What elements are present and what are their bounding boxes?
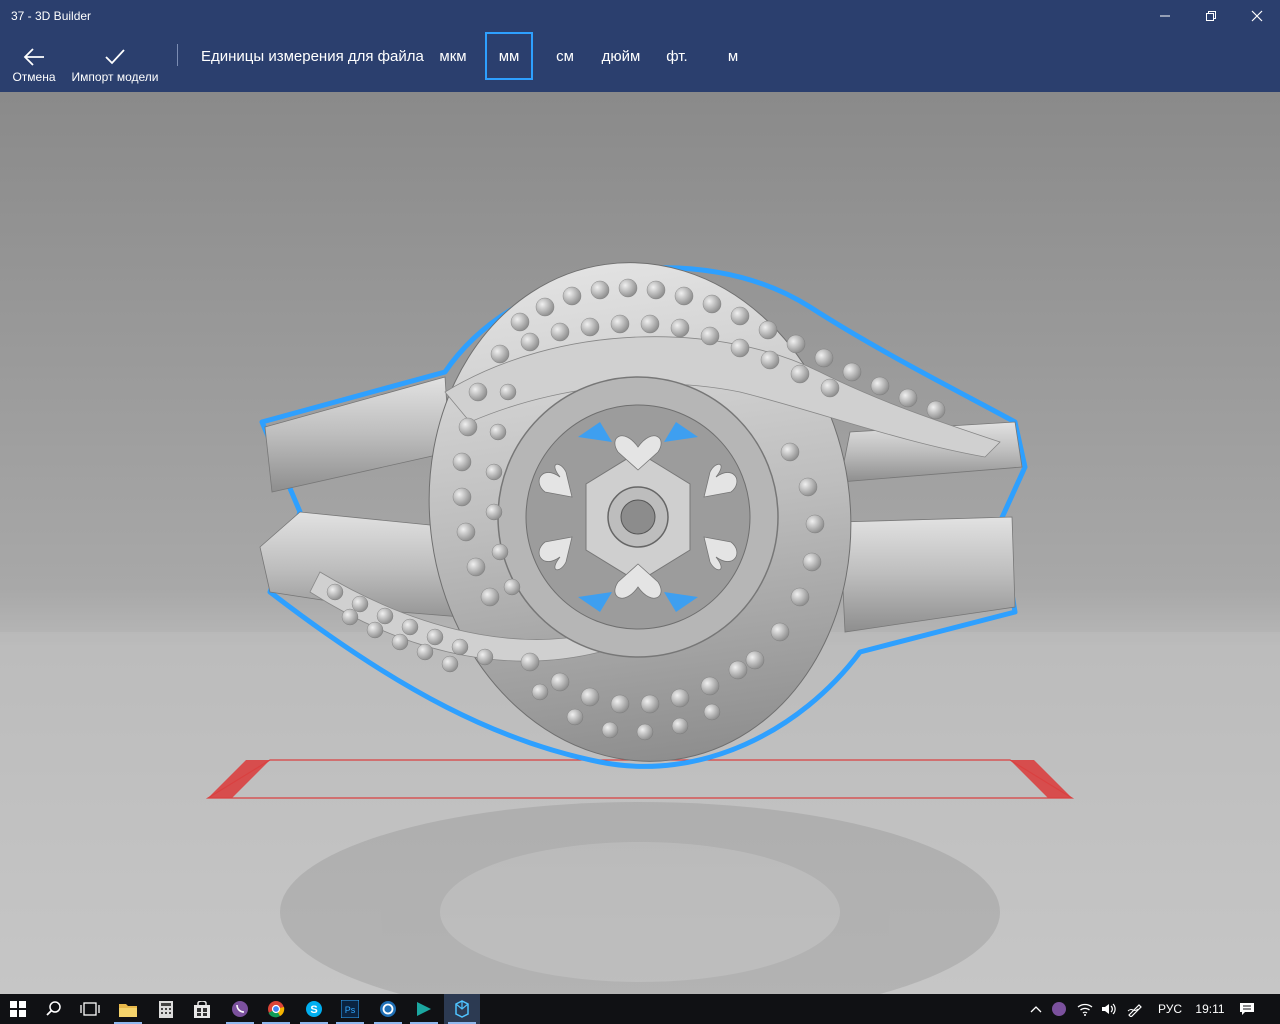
unit-option-centimeters[interactable]: см bbox=[545, 32, 585, 80]
cancel-label: Отмена bbox=[12, 70, 56, 84]
unit-option-micrometers[interactable]: мкм bbox=[430, 32, 476, 80]
wifi-icon[interactable] bbox=[1074, 994, 1096, 1024]
cancel-button[interactable]: Отмена bbox=[8, 32, 60, 92]
svg-text:S: S bbox=[310, 1004, 317, 1016]
taskbar: S Ps РУС 19:11 bbox=[0, 994, 1280, 1024]
skype-icon[interactable]: S bbox=[296, 994, 332, 1024]
action-center-icon[interactable] bbox=[1236, 994, 1258, 1024]
import-toolbar: Отмена Импорт модели Единицы измерения д… bbox=[0, 32, 1280, 92]
chrome-icon[interactable] bbox=[258, 994, 294, 1024]
app-blue-circle-icon[interactable] bbox=[370, 994, 406, 1024]
title-bar: 37 - 3D Builder bbox=[0, 0, 1280, 32]
restore-button[interactable] bbox=[1188, 0, 1234, 32]
app-teal-icon[interactable] bbox=[406, 994, 442, 1024]
restore-icon bbox=[1206, 11, 1216, 21]
unit-option-feet[interactable]: фт. bbox=[657, 32, 697, 80]
minimize-button[interactable] bbox=[1142, 0, 1188, 32]
task-view-icon[interactable] bbox=[72, 994, 108, 1024]
file-explorer-icon[interactable] bbox=[110, 994, 146, 1024]
3d-viewport[interactable] bbox=[0, 92, 1280, 994]
import-label: Импорт модели bbox=[71, 70, 159, 84]
calculator-icon[interactable] bbox=[148, 994, 184, 1024]
checkmark-icon bbox=[105, 49, 125, 65]
viber-icon[interactable] bbox=[222, 994, 258, 1024]
3d-builder-icon[interactable] bbox=[444, 994, 480, 1024]
unit-option-millimeters[interactable]: мм bbox=[485, 32, 533, 80]
tray-chevron-up-icon[interactable] bbox=[1026, 994, 1046, 1024]
tray-viber-icon[interactable] bbox=[1048, 994, 1070, 1024]
back-arrow-icon bbox=[23, 48, 44, 66]
unit-option-meters[interactable]: м bbox=[715, 32, 751, 80]
language-indicator[interactable]: РУС bbox=[1152, 994, 1188, 1024]
close-icon bbox=[1251, 10, 1263, 22]
close-button[interactable] bbox=[1234, 0, 1280, 32]
minimize-icon bbox=[1160, 15, 1170, 17]
toolbar-separator bbox=[177, 44, 178, 66]
window-title: 37 - 3D Builder bbox=[11, 9, 92, 23]
pen-ink-icon[interactable] bbox=[1124, 994, 1146, 1024]
svg-text:Ps: Ps bbox=[345, 1005, 356, 1015]
search-icon[interactable] bbox=[36, 994, 72, 1024]
clock[interactable]: 19:11 bbox=[1190, 994, 1230, 1024]
volume-icon[interactable] bbox=[1098, 994, 1120, 1024]
windows-start-icon[interactable] bbox=[0, 994, 36, 1024]
units-label: Единицы измерения для файла bbox=[201, 48, 424, 65]
unit-option-inches[interactable]: дюйм bbox=[594, 32, 648, 80]
store-icon[interactable] bbox=[184, 994, 220, 1024]
scene bbox=[0, 262, 1280, 994]
import-model-button[interactable]: Импорт модели bbox=[68, 32, 162, 92]
photoshop-icon[interactable]: Ps bbox=[332, 994, 368, 1024]
